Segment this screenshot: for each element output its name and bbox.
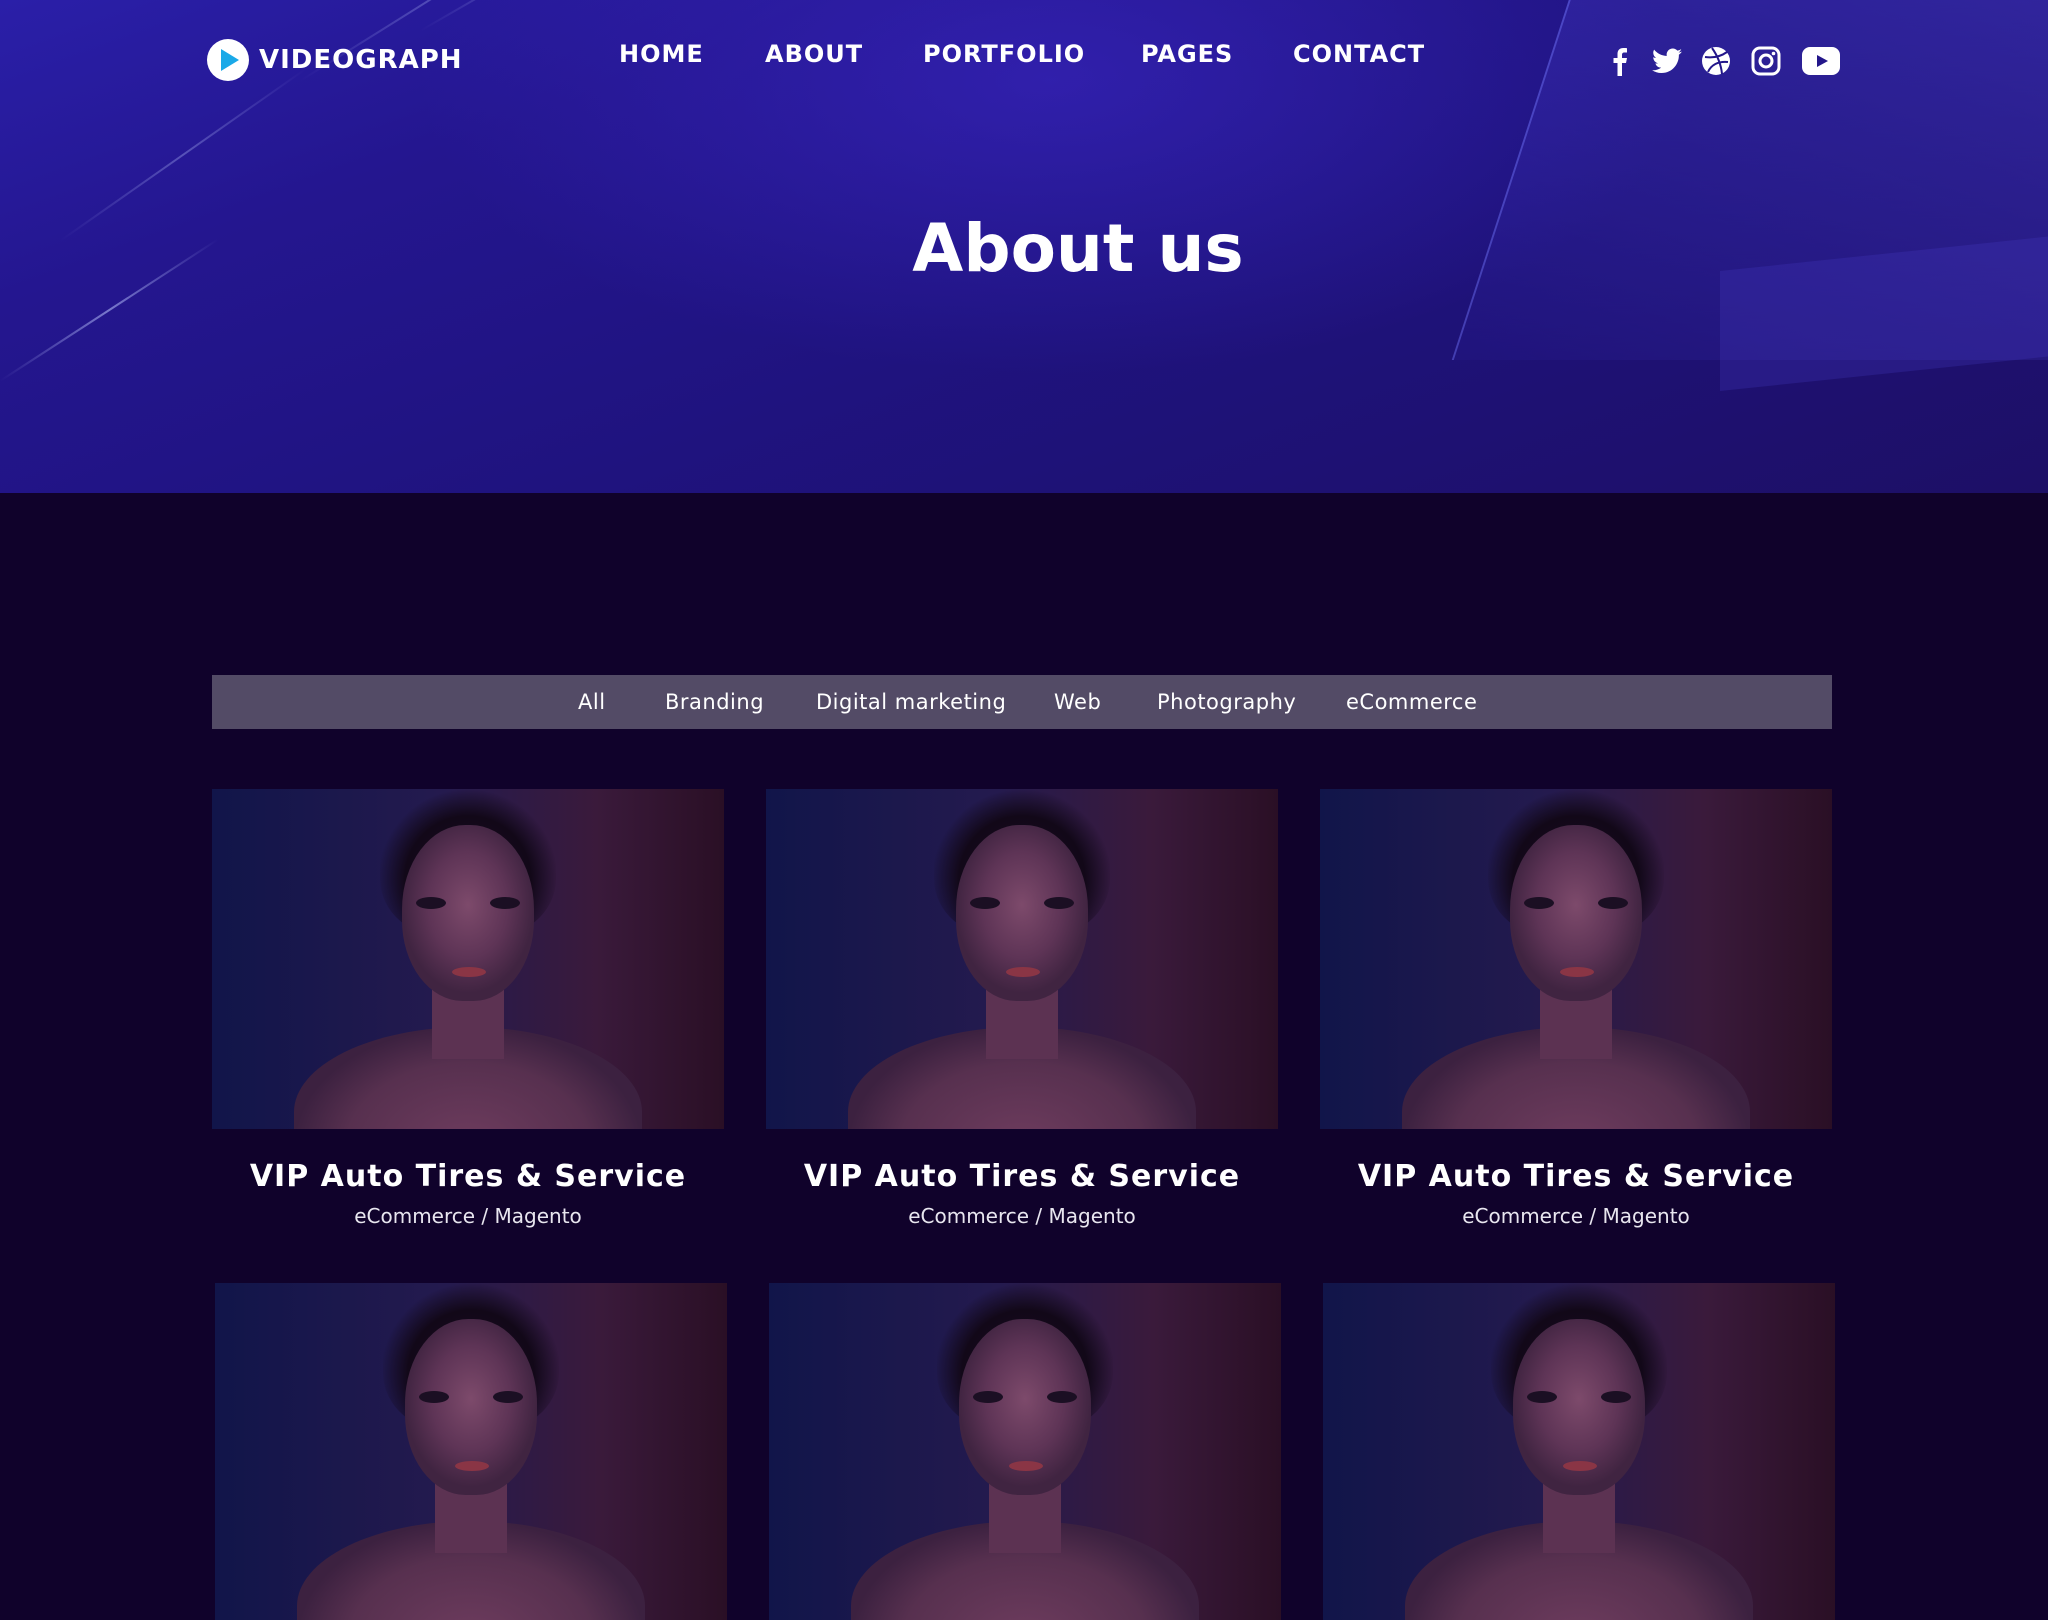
filter-all[interactable]: All <box>578 675 606 729</box>
portfolio-card[interactable]: VIP Auto Tires & Service eCommerce / Mag… <box>1320 789 1832 1228</box>
portfolio-card[interactable] <box>1323 1283 1835 1620</box>
portfolio-card[interactable]: VIP Auto Tires & Service eCommerce / Mag… <box>212 789 724 1228</box>
portfolio-card[interactable] <box>215 1283 727 1620</box>
filter-photography[interactable]: Photography <box>1157 675 1296 729</box>
nav-pages[interactable]: PAGES <box>1141 40 1233 68</box>
portfolio-image[interactable] <box>769 1283 1281 1620</box>
filter-web[interactable]: Web <box>1054 675 1101 729</box>
nav-portfolio[interactable]: PORTFOLIO <box>923 40 1085 68</box>
facebook-icon[interactable] <box>1602 44 1636 78</box>
dribbble-icon[interactable] <box>1699 44 1733 78</box>
filter-ecommerce[interactable]: eCommerce <box>1346 675 1477 729</box>
portfolio-title[interactable]: VIP Auto Tires & Service <box>1320 1159 1832 1194</box>
filter-branding[interactable]: Branding <box>665 675 764 729</box>
portfolio-category: eCommerce / Magento <box>1462 1204 1690 1228</box>
portfolio-image[interactable] <box>212 789 724 1129</box>
portfolio-category: eCommerce / Magento <box>908 1204 1136 1228</box>
portfolio-title[interactable]: VIP Auto Tires & Service <box>766 1159 1278 1194</box>
twitter-icon[interactable] <box>1650 44 1684 78</box>
portfolio-card[interactable]: VIP Auto Tires & Service eCommerce / Mag… <box>766 789 1278 1228</box>
instagram-icon[interactable] <box>1749 44 1783 78</box>
portfolio-image[interactable] <box>1323 1283 1835 1620</box>
portfolio-card[interactable] <box>769 1283 1281 1620</box>
portfolio-image[interactable] <box>215 1283 727 1620</box>
youtube-icon[interactable] <box>1801 44 1841 78</box>
hero-banner: VIDEOGRAPH HOME ABOUT PORTFOLIO PAGES CO… <box>0 0 2048 493</box>
nav-home[interactable]: HOME <box>619 40 704 68</box>
main-nav: HOME ABOUT PORTFOLIO PAGES CONTACT <box>0 40 2048 76</box>
portfolio-image[interactable] <box>766 789 1278 1129</box>
portfolio-filter-bar: All Branding Digital marketing Web Photo… <box>212 675 1832 729</box>
nav-about[interactable]: ABOUT <box>765 40 863 68</box>
filter-digital-marketing[interactable]: Digital marketing <box>816 675 1006 729</box>
portfolio-image[interactable] <box>1320 789 1832 1129</box>
nav-contact[interactable]: CONTACT <box>1293 40 1425 68</box>
light-streak <box>419 0 577 32</box>
page-title: About us <box>912 210 1244 287</box>
portfolio-category: eCommerce / Magento <box>354 1204 582 1228</box>
portfolio-title[interactable]: VIP Auto Tires & Service <box>212 1159 724 1194</box>
